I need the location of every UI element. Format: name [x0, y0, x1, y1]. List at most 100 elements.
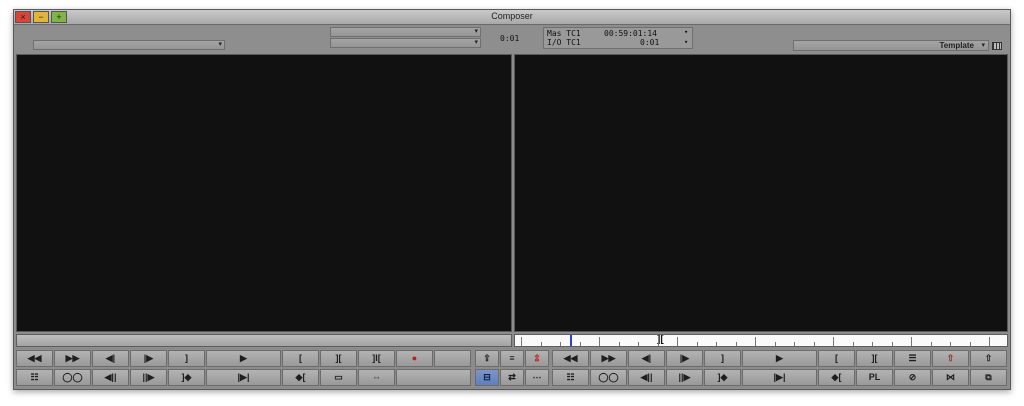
record-play-button[interactable]: ▶	[742, 350, 817, 367]
position-tick	[911, 337, 912, 346]
step-forward-one-frame-button[interactable]: |▶	[130, 350, 167, 367]
expand-button[interactable]: ⇔	[358, 369, 395, 386]
template-menu[interactable]: Template ▾	[793, 40, 989, 51]
record-step-back-button[interactable]: ◀|	[628, 350, 665, 367]
record-monitor[interactable]	[514, 54, 1008, 332]
fast-forward-button[interactable]: ▶▶	[54, 350, 91, 367]
position-tick	[989, 337, 990, 346]
splice-in-button[interactable]: ⇪	[475, 350, 499, 367]
chevron-down-icon: ▾	[684, 38, 689, 46]
button-row-bottom: ☷ ◯◯ ◀|| ||▶]◆ |▶| ◆[▭ ⇔ ⊟ ⇄ ⋯ ☷ ◯◯ ◀|| ||▶]◆ |▶| ◆[PL ⊘…	[16, 369, 1008, 386]
position-tick	[930, 342, 932, 346]
source-spacer-button[interactable]	[434, 350, 471, 367]
record-link-button[interactable]: ◯◯	[590, 369, 627, 386]
record-rewind-button[interactable]: ◀◀	[552, 350, 589, 367]
extract-button[interactable]: ⇧	[932, 350, 969, 367]
jog-forward-button[interactable]: ||▶	[130, 369, 167, 386]
record-clip-list-button[interactable]: ☷	[552, 369, 589, 386]
position-tick	[755, 337, 756, 346]
settings-button[interactable]: ⋯	[525, 369, 549, 386]
center-timecode: 0:01	[500, 34, 520, 43]
position-tick	[540, 342, 542, 346]
chevron-down-icon: ▾	[474, 39, 478, 46]
position-tick	[677, 337, 678, 346]
source-blank-button[interactable]	[396, 369, 471, 386]
go-to-in-button[interactable]: ◆[	[282, 369, 319, 386]
position-tick	[735, 342, 737, 346]
split-button[interactable]: ⋈	[932, 369, 969, 386]
overwrite-button[interactable]: ⇫	[525, 350, 549, 367]
position-tick	[813, 342, 815, 346]
position-tick	[794, 342, 795, 346]
record-position-bar[interactable]: ][	[514, 334, 1008, 347]
chevron-down-icon: ▾	[474, 28, 478, 35]
tc1-label: Mas TC1	[547, 29, 581, 38]
pl-button[interactable]: PL	[856, 369, 893, 386]
position-tick	[579, 342, 581, 346]
position-tick	[852, 342, 854, 346]
button-row-top: ◀◀ ▶▶ ◀| |▶] ▶[][]I[● ⇪ ≡ ⇫ ◀◀ ▶▶ ◀| |▶] ▶[][☰ ⇧ ⇧	[16, 350, 1008, 367]
chevron-down-icon: ▾	[684, 28, 689, 36]
play-button[interactable]: ▶	[206, 350, 281, 367]
position-tick	[599, 337, 600, 346]
position-tick	[638, 342, 639, 346]
step-back-one-frame-button[interactable]: ◀|	[92, 350, 129, 367]
sync-lock-button[interactable]: ⇄	[500, 369, 524, 386]
position-tick	[560, 342, 561, 346]
record-mark-in-button[interactable]: [	[818, 350, 855, 367]
tc2-label: I/O TC1	[547, 38, 581, 47]
source-position-bar[interactable]	[16, 334, 512, 347]
prohibit-button[interactable]: ⊘	[894, 369, 931, 386]
record-step-forward-button[interactable]: |▶	[666, 350, 703, 367]
position-tick	[618, 342, 620, 346]
go-to-mark-out-button[interactable]: |▶|	[206, 369, 281, 386]
lift-up-button[interactable]: ⇧	[970, 350, 1007, 367]
timecode-display[interactable]: Mas TC1 00:59:01:14 I/O TC1 0:01 ▾ ▾	[543, 27, 693, 49]
monitor-info-bar: ▾ ▾ ▾ 0:01 Mas TC1 00:59:01:14 I/O TC1 0…	[14, 26, 1010, 54]
tc2-value: 0:01	[640, 38, 660, 47]
jog-back-button[interactable]: ◀||	[92, 369, 129, 386]
position-tick	[891, 342, 893, 346]
record-mark-clip-button[interactable]: ][	[856, 350, 893, 367]
record-mark-out-button[interactable]: ]	[704, 350, 741, 367]
title-bar[interactable]: × − + Composer	[14, 10, 1010, 25]
link-button[interactable]: ◯◯	[54, 369, 91, 386]
record-button[interactable]: ●	[396, 350, 433, 367]
mark-clip-button[interactable]: ][	[320, 350, 357, 367]
source-monitor[interactable]	[16, 54, 512, 332]
source-clip-menu[interactable]: ▾	[33, 40, 225, 50]
position-indicator[interactable]	[570, 335, 572, 346]
position-tick	[716, 342, 717, 346]
record-go-to-mark-out-button[interactable]: |▶|	[742, 369, 817, 386]
rewind-button[interactable]: ◀◀	[16, 350, 53, 367]
record-jog-back-button[interactable]: ◀||	[628, 369, 665, 386]
column-view-icon[interactable]	[992, 42, 1002, 50]
mark-in-button[interactable]: [	[282, 350, 319, 367]
position-tick	[833, 337, 834, 346]
record-go-to-in-button[interactable]: ◆[	[818, 369, 855, 386]
position-tick	[774, 342, 776, 346]
record-jog-forward-button[interactable]: ||▶	[666, 369, 703, 386]
mark-out-button[interactable]: ]	[168, 350, 205, 367]
lift-button[interactable]: ≡	[500, 350, 524, 367]
position-tick	[950, 342, 951, 346]
position-tick	[521, 337, 522, 346]
record-track-menu[interactable]: ▾	[330, 38, 481, 48]
record-mixdown-button[interactable]: ☰	[894, 350, 931, 367]
window-title: Composer	[491, 11, 533, 21]
clear-marks-button[interactable]: ]I[	[358, 350, 395, 367]
source-record-toggle-button[interactable]: ⊟	[475, 369, 499, 386]
record-fast-forward-button[interactable]: ▶▶	[590, 350, 627, 367]
trim-mode-button[interactable]: ▭	[320, 369, 357, 386]
tc1-value: 00:59:01:14	[604, 29, 657, 38]
clip-list-button[interactable]: ☷	[16, 369, 53, 386]
position-tick	[969, 342, 971, 346]
composer-window: × − + Composer ▾ ▾ ▾ 0:01 Mas TC1 00:59:…	[13, 9, 1011, 390]
copy-button[interactable]: ⧉	[970, 369, 1007, 386]
source-track-menu[interactable]: ▾	[330, 27, 481, 37]
position-tick	[657, 342, 659, 346]
chevron-down-icon: ▾	[218, 41, 222, 48]
template-label: Template	[939, 41, 974, 50]
go-to-out-button[interactable]: ]◆	[168, 369, 205, 386]
record-go-to-out-button[interactable]: ]◆	[704, 369, 741, 386]
